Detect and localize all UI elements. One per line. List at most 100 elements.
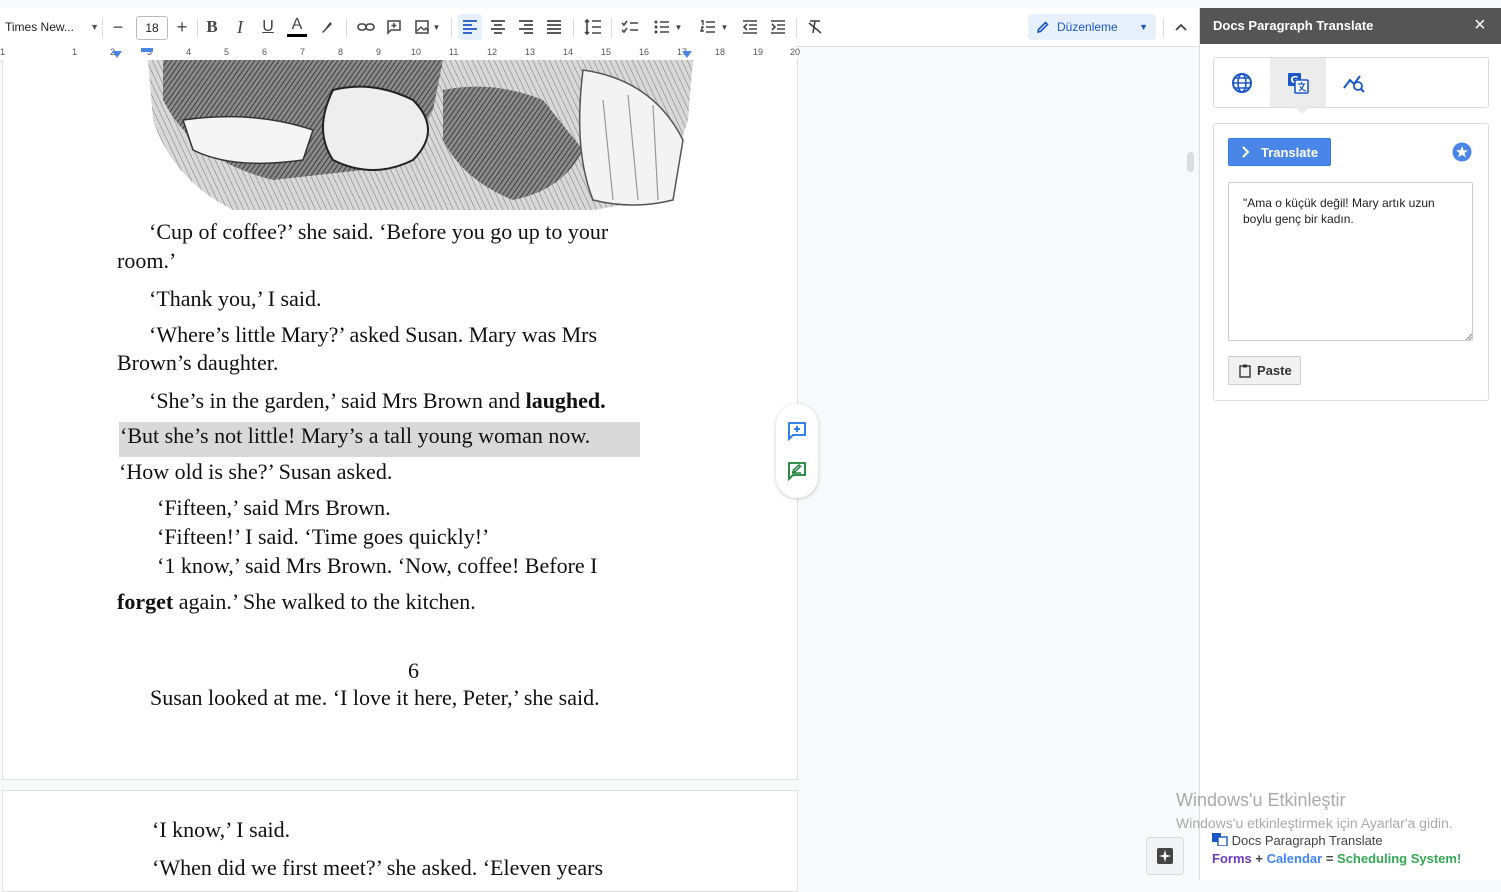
chevron-down-icon: ▼ (674, 22, 683, 32)
collapse-toolbar-button[interactable] (1170, 8, 1192, 46)
align-justify-icon (547, 20, 561, 34)
text-color-icon: A (291, 16, 303, 33)
promo-calendar[interactable]: Calendar (1267, 851, 1323, 866)
suggest-edit-icon[interactable] (787, 461, 807, 481)
translate-button-label: Translate (1261, 144, 1319, 160)
ruler-tick-label: 19 (753, 47, 764, 57)
horizontal-ruler[interactable]: 1 1 2 3 4 5 6 7 8 9 10 11 12 13 14 15 16 17 18 19 20 (0, 46, 800, 61)
align-center-button[interactable] (486, 8, 510, 46)
align-right-icon (519, 20, 533, 34)
align-left-button[interactable] (458, 14, 482, 40)
bold-icon: B (206, 17, 218, 36)
star-icon[interactable] (1452, 142, 1472, 162)
paragraph-how-old[interactable]: ‘How old is she?’ Susan asked. (119, 457, 392, 486)
promo-scheduling-system[interactable]: Scheduling System (1337, 851, 1457, 866)
checklist-button[interactable] (617, 8, 643, 46)
bulleted-list-button[interactable]: ▼ (648, 8, 688, 46)
minus-icon: − (112, 16, 124, 37)
paragraph-fifteen-mrs-brown[interactable]: ‘Fifteen,’ said Mrs Brown. (157, 493, 391, 522)
promo-link-line[interactable]: Forms + Calendar = Scheduling System! (1212, 851, 1461, 866)
decrease-font-size-button[interactable]: − (107, 8, 129, 46)
paragraph-cup-of-coffee[interactable]: ‘Cup of coffee?’ she said. ‘Before you g… (149, 217, 608, 246)
align-right-button[interactable] (514, 8, 538, 46)
paragraph-susan-looked[interactable]: Susan looked at me. ‘I love it here, Pet… (150, 683, 600, 712)
numbered-list-button[interactable]: ▼ (694, 8, 734, 46)
garden-text: ‘She’s in the garden,’ said Mrs Brown an… (149, 388, 526, 413)
tab-websites[interactable] (1214, 58, 1270, 107)
clear-formatting-icon (808, 20, 822, 34)
highlight-color-button[interactable] (315, 8, 339, 46)
addon-logo-icon (1212, 833, 1228, 847)
paragraph-where-is-mary[interactable]: ‘Where’s little Mary?’ asked Susan. Mary… (149, 320, 597, 349)
font-size-input[interactable]: 18 (136, 16, 168, 40)
translate-panel: Translate "Ama o küçük değil! Mary artık… (1213, 123, 1489, 401)
italic-button[interactable]: I (229, 8, 251, 46)
sidebar-title: Docs Paragraph Translate (1213, 18, 1374, 33)
document-page[interactable]: ‘Cup of coffee?’ she said. ‘Before you g… (2, 60, 798, 780)
increase-font-size-button[interactable]: + (171, 8, 193, 46)
clear-formatting-button[interactable] (803, 8, 827, 46)
insert-image-button[interactable]: ▼ (410, 8, 444, 46)
decrease-indent-button[interactable] (738, 8, 762, 46)
active-tab-pointer (1294, 107, 1310, 114)
ruler-tick-label: 4 (186, 47, 192, 57)
analytics-icon (1343, 74, 1365, 93)
ruler-tick-label: 14 (563, 47, 574, 57)
paragraph-in-the-garden[interactable]: ‘She’s in the garden,’ said Mrs Brown an… (149, 386, 606, 415)
underline-button[interactable]: U (257, 8, 279, 46)
tab-translate[interactable]: G (1270, 58, 1326, 107)
toolbar-divider (102, 18, 103, 38)
paragraph-browns-daughter[interactable]: Brown’s daughter. (117, 348, 278, 377)
paragraph-fifteen-i-said[interactable]: ‘Fifteen!’ I said. ‘Time goes quickly!’ (157, 522, 489, 551)
bold-button[interactable]: B (201, 8, 223, 46)
chevron-down-icon: ▼ (90, 22, 99, 32)
close-icon[interactable]: × (1474, 14, 1486, 36)
paste-button[interactable]: Paste (1228, 356, 1301, 385)
paragraph-room[interactable]: room.’ (117, 246, 176, 275)
explore-button[interactable] (1146, 837, 1184, 875)
italic-icon: I (237, 16, 243, 37)
page-number: 6 (408, 658, 419, 683)
bulleted-list-icon (654, 20, 669, 34)
promo-forms[interactable]: Forms (1212, 851, 1252, 866)
promo-brand-text: Docs Paragraph Translate (1231, 833, 1383, 848)
promo-brand-line: Docs Paragraph Translate (1212, 833, 1461, 848)
paragraph-not-little-selected[interactable]: ‘But she’s not little! Mary’s a tall you… (120, 421, 590, 450)
document-page[interactable]: ‘I know,’ I said. ‘When did we first mee… (2, 790, 798, 892)
indent-increase-icon (771, 20, 785, 34)
line-spacing-button[interactable] (580, 8, 606, 46)
ruler-tick-label: 18 (715, 47, 726, 57)
left-indent-marker-icon[interactable] (112, 51, 122, 59)
editing-mode-label: Düzenleme (1057, 20, 1118, 34)
paste-button-label: Paste (1257, 363, 1292, 378)
align-center-icon (491, 20, 505, 34)
editing-mode-dropdown[interactable]: Düzenleme ▼ (1028, 14, 1156, 40)
tab-analyze[interactable] (1326, 58, 1382, 107)
first-line-indent-marker[interactable] (141, 48, 153, 52)
ruler-tick-label: 8 (338, 47, 344, 57)
paragraph-forget-again[interactable]: forget again.’ She walked to the kitchen… (117, 587, 476, 616)
translate-button[interactable]: Translate (1228, 138, 1331, 166)
indent-decrease-icon (742, 20, 757, 34)
insert-link-button[interactable] (354, 8, 378, 46)
addon-sidebar: Docs Paragraph Translate × G Translate "… (1199, 8, 1501, 880)
increase-indent-button[interactable] (766, 8, 790, 46)
right-indent-marker-icon[interactable] (682, 51, 692, 59)
pencil-icon (1036, 21, 1049, 34)
justify-button[interactable] (542, 8, 566, 46)
paragraph-thank-you[interactable]: ‘Thank you,’ I said. (149, 284, 322, 313)
translation-result-textarea[interactable]: "Ama o küçük değil! Mary artık uzun boyl… (1228, 182, 1473, 341)
paragraph-i-know-coffee[interactable]: ‘1 know,’ said Mrs Brown. ‘Now, coffee! … (157, 551, 597, 580)
explore-sparkle-icon (1157, 848, 1173, 864)
paragraph-when-did-we-meet[interactable]: ‘When did we first meet?’ she asked. ‘El… (152, 853, 603, 882)
add-comment-icon[interactable] (787, 421, 807, 441)
document-scrollbar-thumb[interactable] (1187, 152, 1194, 172)
text-color-button[interactable]: A (285, 8, 309, 46)
paragraph-i-know-i-said[interactable]: ‘I know,’ I said. (152, 815, 290, 844)
add-comment-button[interactable] (382, 8, 406, 46)
font-family-dropdown[interactable]: Times New... ▼ (2, 8, 103, 46)
resize-handle-icon[interactable] (1465, 333, 1472, 340)
toolbar-divider (1163, 18, 1164, 38)
ruler-tick-label: 6 (262, 47, 268, 57)
toolbar-divider (197, 18, 198, 38)
